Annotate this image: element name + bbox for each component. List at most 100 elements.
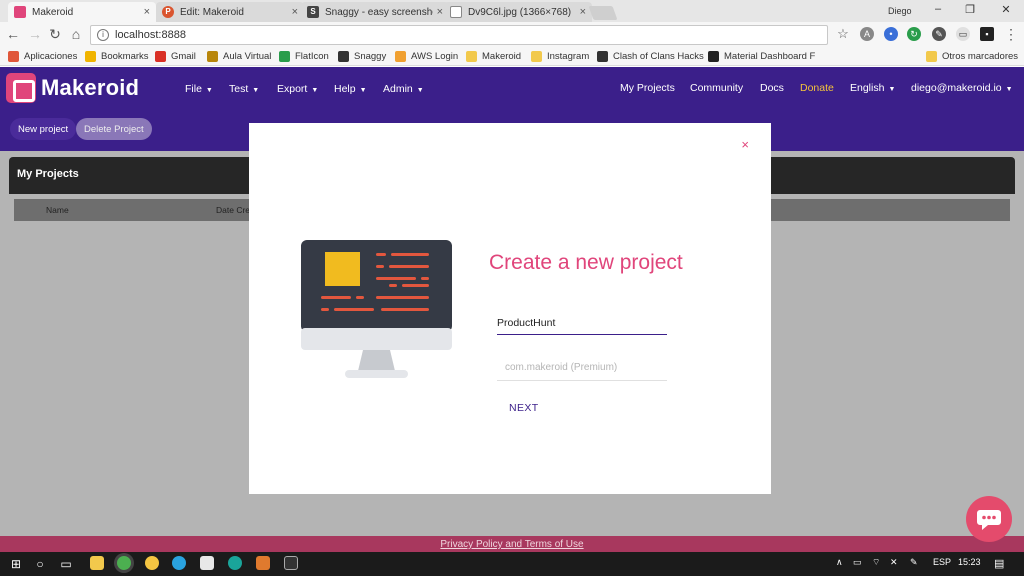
telegram-icon[interactable] [172,556,186,570]
logo[interactable]: Makeroid [6,73,139,103]
edit-icon[interactable]: ✎ [932,27,946,41]
windows-start-icon[interactable]: ⊞ [8,556,24,572]
clock[interactable]: 15:23 [958,557,981,567]
close-icon[interactable]: × [292,6,298,18]
user-menu[interactable]: diego@makeroid.io ▼ [911,82,1013,94]
volume-muted-icon[interactable]: ✕ [890,557,898,568]
menu-export[interactable]: Export ▼ [277,83,318,95]
tab-snaggy[interactable]: S Snaggy - easy screensho × [301,2,449,22]
bookmark-gmail[interactable]: Gmail [155,51,196,62]
close-icon[interactable]: × [741,137,749,152]
bookmark-material-dashboard[interactable]: Material Dashboard F [708,51,815,62]
forward-icon[interactable]: → [26,26,44,42]
tab-image-file[interactable]: Dv9C6l.jpg (1366×768) × [444,2,592,22]
browser-tab-bar: Makeroid × P Edit: Makeroid × S Snaggy -… [0,0,1024,22]
gmail-icon [155,51,166,62]
tab-label: Makeroid [32,6,74,18]
next-button[interactable]: NEXT [509,402,539,414]
tray-arrow-icon[interactable]: ∧ [836,557,843,568]
close-icon[interactable]: × [437,6,443,18]
bookmark-bookmarks[interactable]: Bookmarks [85,51,149,62]
new-tab-button[interactable] [588,6,618,20]
project-name-input[interactable] [497,311,667,335]
terminal-icon[interactable] [284,556,298,570]
chevron-down-icon: ▼ [252,87,260,94]
bookmark-apps[interactable]: Aplicaciones [8,51,77,62]
language-indicator[interactable]: ESP [933,557,951,567]
chevron-down-icon: ▼ [1005,86,1013,93]
app-icon[interactable] [145,556,159,570]
makeroid-logo-icon [6,73,36,103]
adblock-icon[interactable]: A [860,27,874,41]
column-name[interactable]: Name [46,205,69,215]
bookmark-flaticon[interactable]: FlatIcon [279,51,329,62]
home-icon[interactable]: ⌂ [67,26,85,42]
tab-makeroid[interactable]: Makeroid × [8,2,156,22]
menu-help[interactable]: Help ▼ [334,83,367,95]
privacy-terms-link[interactable]: Privacy Policy and Terms of Use [440,539,583,550]
logo-text: Makeroid [41,75,140,100]
extension-dark-icon[interactable]: ▪ [980,27,994,41]
nav-donate[interactable]: Donate [800,82,834,94]
nav-docs[interactable]: Docs [760,82,784,94]
folder-icon [531,51,542,62]
chat-button[interactable] [966,496,1012,542]
menu-file[interactable]: File ▼ [185,83,213,95]
minimize-icon[interactable]: – [928,3,948,15]
flaticon-icon [279,51,290,62]
chat-icon [977,510,1001,530]
address-bar[interactable]: i localhost:8888 [90,25,828,45]
menu-admin[interactable]: Admin ▼ [383,83,424,95]
language-select[interactable]: English ▼ [850,82,895,94]
tab-edit-makeroid[interactable]: P Edit: Makeroid × [156,2,304,22]
package-name-input[interactable] [497,354,667,381]
file-icon [450,6,462,18]
info-icon[interactable]: i [97,29,109,41]
task-view-icon[interactable]: ▭ [58,556,74,572]
cast-icon[interactable]: ▭ [956,27,970,41]
nav-my-projects[interactable]: My Projects [620,82,675,94]
close-icon[interactable]: × [144,6,150,18]
bookmarks-bar: Aplicaciones Bookmarks Gmail Aula Virtua… [0,48,1024,66]
chevron-down-icon: ▼ [888,86,896,93]
app-teal-icon[interactable] [228,556,242,570]
battery-icon[interactable]: ▭ [853,557,862,568]
chevron-down-icon: ▼ [311,87,319,94]
pen-icon[interactable]: ✎ [910,557,918,568]
bookmark-aula-virtual[interactable]: Aula Virtual [207,51,271,62]
bookmark-instagram[interactable]: Instagram [531,51,589,62]
file-explorer-icon[interactable] [90,556,104,570]
notifications-icon[interactable]: ▤ [994,557,1004,570]
bookmark-clash[interactable]: Clash of Clans Hacks [597,51,704,62]
snaggy-icon [338,51,349,62]
aws-icon [395,51,406,62]
menu-dots-icon[interactable]: ⋮ [1002,26,1020,43]
restore-icon[interactable]: ❐ [960,3,980,16]
nav-community[interactable]: Community [690,82,743,94]
xampp-icon[interactable] [256,556,270,570]
folder-icon [926,51,937,62]
chrome-icon[interactable] [117,556,131,570]
star-icon[interactable]: ☆ [834,26,852,42]
delete-project-button[interactable]: Delete Project [76,118,152,140]
close-icon[interactable]: × [580,6,586,18]
url-text: localhost:8888 [115,29,186,41]
reload-icon[interactable]: ↻ [46,26,64,43]
new-project-button[interactable]: New project [10,118,77,140]
menu-test[interactable]: Test ▼ [229,83,259,95]
chevron-down-icon: ▼ [416,87,424,94]
sync-icon[interactable]: ↻ [907,27,921,41]
document-icon[interactable] [200,556,214,570]
search-icon[interactable]: ○ [32,556,48,572]
window-close-icon[interactable]: ✕ [996,3,1016,16]
wifi-icon[interactable]: ⌔ [872,557,880,568]
back-icon[interactable]: ← [4,26,22,42]
extension-icon[interactable]: • [884,27,898,41]
bookmark-makeroid[interactable]: Makeroid [466,51,521,62]
bookmark-other[interactable]: Otros marcadores [926,51,1018,62]
bookmark-aws-login[interactable]: AWS Login [395,51,458,62]
browser-toolbar: ← → ↻ ⌂ i localhost:8888 ☆ A • ↻ ✎ ▭ ▪ ⋮ [0,22,1024,48]
profile-name[interactable]: Diego [888,6,912,16]
bookmark-snaggy[interactable]: Snaggy [338,51,386,62]
bowtie-icon [708,51,719,62]
